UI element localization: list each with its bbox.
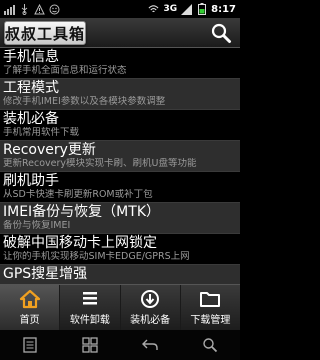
list-item-engineering-mode[interactable]: 工程模式 修改手机IMEI参数以及各模块参数调整: [0, 79, 240, 110]
folder-icon: [199, 289, 221, 309]
list-item-phone-info[interactable]: 手机信息 了解手机全面信息和运行状态: [0, 48, 240, 79]
status-bar: 3G 8:17: [0, 0, 240, 18]
search-icon[interactable]: [210, 22, 232, 44]
tab-uninstall[interactable]: 软件卸载: [60, 285, 121, 330]
list-item-title: Recovery更新: [3, 142, 96, 158]
list-item-desc: 了解手机全面信息和运行状态: [3, 65, 127, 76]
app-header: 叔叔工具箱: [0, 18, 240, 48]
list-item-title: IMEI备份与恢复（MTK）: [3, 204, 160, 220]
download-icon: [139, 289, 161, 309]
tab-essentials[interactable]: 装机必备: [121, 285, 181, 330]
list-item-title: GPS搜星增强: [3, 266, 88, 282]
home-grid-icon[interactable]: [75, 333, 105, 357]
list-item-title: 手机信息: [3, 49, 59, 65]
tab-label: 首页: [19, 315, 40, 326]
list-item-title: 工程模式: [3, 80, 59, 96]
tab-label: 软件卸载: [69, 315, 110, 326]
tab-label: 下载管理: [190, 315, 231, 326]
list-item-gps-boost[interactable]: GPS搜星增强: [0, 265, 240, 284]
bottom-nav: 首页 软件卸载 装机必备 下载管理: [0, 284, 240, 330]
tool-list: 手机信息 了解手机全面信息和运行状态 工程模式 修改手机IMEI参数以及各模块参…: [0, 48, 240, 284]
list-item-title: 刷机助手: [3, 173, 59, 189]
list-item-imei-backup[interactable]: IMEI备份与恢复（MTK） 备份与恢复IMEI: [0, 203, 240, 234]
list-icon: [79, 289, 101, 309]
list-item-desc: 从SD卡快速卡刷更新ROM或补丁包: [3, 189, 153, 200]
usb-icon: [19, 3, 30, 15]
list-item-unlock-cmcc[interactable]: 破解中国移动卡上网锁定 让你的手机实现移动SIM卡EDGE/GPRS上网: [0, 234, 240, 265]
list-item-desc: 手机常用软件下载: [3, 127, 80, 138]
tab-label: 装机必备: [130, 315, 171, 326]
smiley-icon: [49, 4, 60, 15]
list-item-recovery-update[interactable]: Recovery更新 更新Recovery模块实现卡刷、刷机U盘等功能: [0, 141, 240, 172]
warning-icon: [34, 3, 45, 15]
cell-signal-icon: [181, 3, 193, 15]
signal-icon: [4, 4, 15, 15]
status-left: [4, 3, 60, 15]
app-title: 叔叔工具箱: [4, 21, 86, 45]
status-right: 3G 8:17: [148, 3, 236, 15]
list-item-essentials[interactable]: 装机必备 手机常用软件下载: [0, 110, 240, 141]
list-item-flash-assistant[interactable]: 刷机助手 从SD卡快速卡刷更新ROM或补丁包: [0, 172, 240, 203]
system-nav-bar: [0, 330, 240, 360]
home-icon: [19, 289, 41, 309]
list-item-desc: 让你的手机实现移动SIM卡EDGE/GPRS上网: [3, 251, 190, 262]
tab-home[interactable]: 首页: [0, 285, 61, 330]
list-item-desc: 修改手机IMEI参数以及各模块参数调整: [3, 96, 166, 107]
list-item-title: 破解中国移动卡上网锁定: [3, 235, 157, 251]
tab-downloads[interactable]: 下载管理: [181, 285, 240, 330]
list-item-desc: 更新Recovery模块实现卡刷、刷机U盘等功能: [3, 158, 197, 169]
menu-icon[interactable]: [15, 333, 45, 357]
list-item-desc: 备份与恢复IMEI: [3, 220, 71, 231]
clock: 8:17: [211, 3, 236, 15]
search-icon[interactable]: [195, 333, 225, 357]
back-icon[interactable]: [135, 333, 165, 357]
battery-icon: [196, 3, 207, 15]
wifi-icon: [148, 4, 159, 15]
list-item-title: 装机必备: [3, 111, 59, 127]
network-type: 3G: [163, 4, 178, 14]
